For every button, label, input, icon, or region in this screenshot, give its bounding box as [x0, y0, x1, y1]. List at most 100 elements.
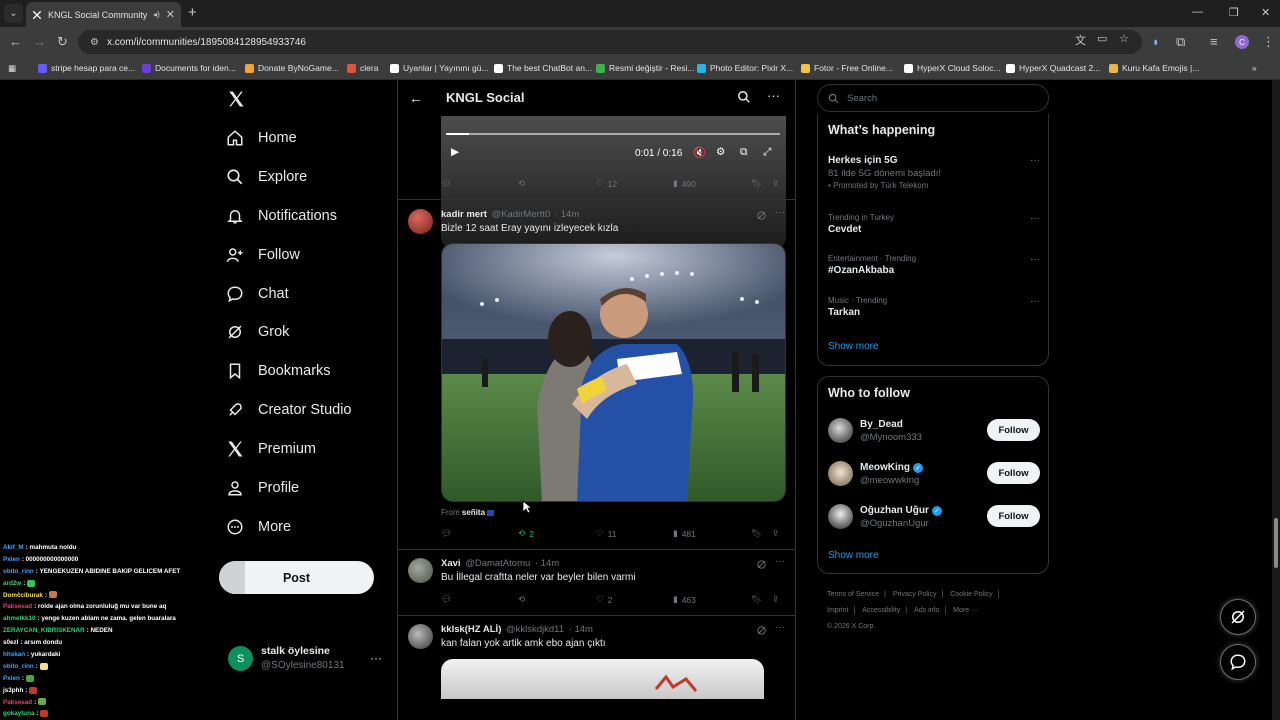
post-image[interactable] [441, 243, 786, 502]
nav-item-follow[interactable]: Follow [226, 243, 300, 267]
more-dots-icon[interactable]: ··· [1030, 296, 1040, 307]
share-icon[interactable]: ⇪ [772, 594, 779, 605]
play-icon[interactable]: ▶ [451, 146, 459, 158]
bookmark-item[interactable]: clera [347, 61, 378, 75]
messages-floating-button[interactable] [1220, 644, 1256, 680]
install-app-icon[interactable]: ▭ [1097, 32, 1107, 45]
avatar[interactable] [408, 558, 433, 583]
like-button[interactable]: ♡ 12 [596, 178, 617, 189]
avatar[interactable] [828, 461, 853, 486]
post-time[interactable]: · 14m [555, 209, 579, 220]
translate-icon[interactable]: 文 [1075, 32, 1086, 48]
window-close-icon[interactable]: ✕ [1261, 6, 1270, 19]
mute-icon[interactable]: 🔇 [693, 146, 706, 159]
browser-tab-active[interactable]: KNGL Social Community / X ◂) ✕ [26, 2, 181, 27]
trend-item[interactable]: Entertainment · Trending #OzanAkbaba ··· [828, 254, 1040, 276]
fullscreen-icon[interactable]: ⤢ [763, 146, 771, 159]
views-button[interactable]: ▮ 463 [673, 594, 696, 605]
footer-link[interactable]: Accessibility [862, 607, 900, 614]
reply-icon[interactable]: 💬︎ [441, 178, 452, 189]
bookmark-item[interactable]: stripe hesap para ce... [38, 61, 135, 75]
post-image[interactable] [441, 659, 764, 699]
author-name[interactable]: Xavi [441, 558, 461, 569]
search-input[interactable]: Search [817, 84, 1049, 112]
bookmark-item[interactable]: Documents for iden... [142, 61, 236, 75]
back-arrow-icon[interactable]: ← [409, 90, 423, 106]
site-info-icon[interactable]: ⚙ [90, 37, 99, 48]
avatar[interactable] [408, 209, 433, 234]
follow-suggestion[interactable]: Oğuzhan Uğur ✓ @OguzhanUgur Follow [828, 503, 1040, 535]
more-dots-icon[interactable]: ··· [775, 556, 785, 567]
bookmark-item[interactable]: Resmi değiştir - Resi... [596, 61, 695, 75]
forward-arrow-icon[interactable]: → [33, 34, 46, 50]
avatar[interactable] [828, 418, 853, 443]
more-dots-icon[interactable]: ··· [1030, 254, 1040, 265]
footer-link[interactable]: Terms of Service [827, 591, 879, 598]
repost-button[interactable]: ⟲ 2 [518, 528, 534, 539]
footer-link[interactable]: Imprint [827, 607, 848, 614]
follow-suggestion[interactable]: By_Dead @Mynoom333 Follow [828, 417, 1040, 449]
nav-item-premium[interactable]: Premium [226, 437, 316, 461]
bookmark-icon[interactable]: 🔖︎ [751, 178, 762, 189]
nav-item-more[interactable]: More [226, 515, 291, 539]
extension-icon[interactable]: ◗ [1152, 34, 1160, 50]
trend-item[interactable]: Music · Trending Tarkan ··· [828, 296, 1040, 318]
apps-grid-icon[interactable]: ▦ [8, 61, 16, 75]
settings-gear-icon[interactable]: ⚙ [716, 146, 725, 158]
trend-item[interactable]: Herkes için 5G 81 ilde 5G dönemi başladı… [828, 155, 1040, 190]
like-button[interactable]: ♡ 11 [596, 528, 616, 539]
nav-item-chat[interactable]: Chat [226, 282, 289, 306]
show-more-link[interactable]: Show more [828, 341, 879, 352]
follow-button[interactable]: Follow [987, 462, 1040, 484]
search-icon[interactable] [737, 90, 751, 104]
bookmark-item[interactable]: HyperX Cloud Soloc... [904, 61, 1001, 75]
grok-icon[interactable] [756, 210, 767, 221]
nav-item-creator-studio[interactable]: Creator Studio [226, 398, 352, 422]
x-logo-icon[interactable] [227, 90, 245, 108]
more-dots-icon[interactable]: ··· [370, 651, 382, 665]
chrome-menu-icon[interactable]: ⋮ [1262, 34, 1275, 50]
trend-item[interactable]: Trending in Turkey Cevdet ··· [828, 213, 1040, 235]
minimize-icon[interactable]: — [1192, 6, 1203, 18]
more-dots-icon[interactable]: ··· [1030, 213, 1040, 224]
nav-item-explore[interactable]: Explore [226, 165, 307, 189]
author-handle[interactable]: @kklskdjkd11 [506, 624, 564, 635]
follow-button[interactable]: Follow [987, 419, 1040, 441]
nav-item-profile[interactable]: Profile [226, 476, 299, 500]
address-bar[interactable]: ⚙ x.com/i/communities/189508412895493374… [78, 30, 1142, 54]
video-progress-bar[interactable] [446, 133, 780, 135]
share-icon[interactable]: ⇪ [772, 528, 779, 539]
bookmark-item[interactable]: Uyanlar | Yayınını gü... [390, 61, 489, 75]
bookmark-item[interactable]: HyperX Quadcast 2... [1006, 61, 1100, 75]
post-button[interactable]: Post [219, 561, 374, 594]
author-handle[interactable]: @DamatAtomu [465, 558, 530, 569]
author-name[interactable]: kklsk(HZ ALİ) [441, 624, 501, 635]
more-dots-icon[interactable]: ··· [775, 207, 785, 218]
footer-link[interactable]: Cookie Policy [950, 591, 992, 598]
maximize-icon[interactable]: ❐ [1229, 6, 1239, 19]
tab-close-icon[interactable]: ✕ [166, 8, 175, 21]
more-dots-icon[interactable]: ··· [775, 622, 785, 633]
grok-icon[interactable] [756, 559, 767, 570]
footer-link[interactable]: More ··· [953, 607, 978, 614]
bookmark-item[interactable]: Photo Editor: Pixlr X... [697, 61, 793, 75]
reload-icon[interactable]: ↻ [57, 34, 68, 50]
back-arrow-icon[interactable]: ← [9, 34, 22, 50]
nav-item-bookmarks[interactable]: Bookmarks [226, 359, 331, 383]
bookmark-item[interactable]: Fotor - Free Online... [801, 61, 893, 75]
bookmark-item[interactable]: The best ChatBot an... [494, 61, 592, 75]
show-more-link[interactable]: Show more [828, 550, 879, 561]
extensions-puzzle-icon[interactable]: ⧉ [1176, 34, 1185, 50]
more-dots-icon[interactable]: ··· [767, 88, 780, 103]
footer-link[interactable]: Privacy Policy [893, 591, 937, 598]
footer-link[interactable]: Ads info [914, 607, 939, 614]
repost-icon[interactable]: ⟲ [518, 594, 525, 605]
grok-icon[interactable] [756, 625, 767, 636]
author-handle[interactable]: @KadirMertt0 [492, 209, 551, 220]
nav-item-notifications[interactable]: Notifications [226, 204, 337, 228]
picture-in-picture-icon[interactable]: ⧉ [740, 146, 748, 159]
tab-audio-icon[interactable]: ◂) [153, 10, 160, 19]
bookmark-icon[interactable]: 🔖︎ [751, 594, 762, 605]
media-controls-icon[interactable]: ≡ [1210, 34, 1218, 50]
post-time[interactable]: · 14m [569, 624, 593, 635]
